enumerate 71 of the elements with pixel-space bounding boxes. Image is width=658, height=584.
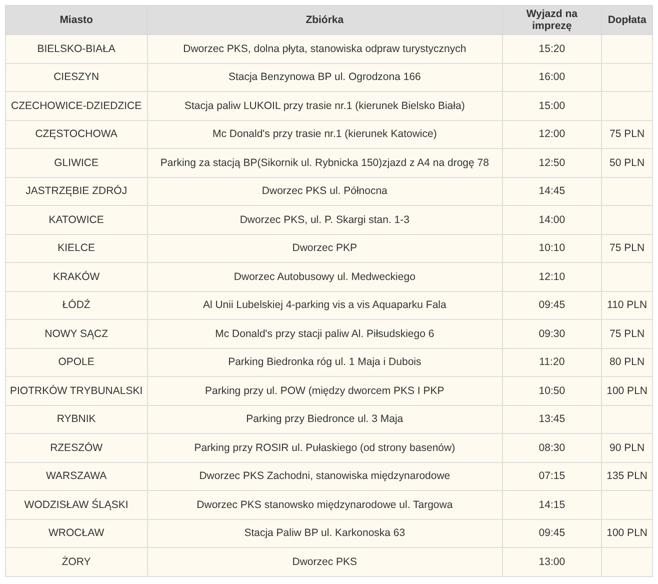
table-cell: 12:00 bbox=[502, 120, 602, 148]
table-cell: 14:15 bbox=[502, 490, 602, 519]
table-cell: 75 PLN bbox=[602, 120, 652, 148]
table-cell: Al Unii Lubelskiej 4-parking vis a vis Aquaparku Fala bbox=[147, 291, 502, 320]
table-cell: 12:50 bbox=[502, 148, 602, 177]
table-cell: 80 PLN bbox=[602, 348, 652, 376]
table-cell: ŁÓDŹ bbox=[6, 291, 148, 320]
table-cell: 07:15 bbox=[502, 462, 602, 490]
table-cell: 75 PLN bbox=[602, 234, 652, 262]
table-cell: Stacja Benzynowa BP ul. Ogrodzona 166 bbox=[147, 63, 502, 92]
table-cell: 90 PLN bbox=[602, 434, 652, 462]
table-cell: 15:20 bbox=[502, 34, 602, 63]
table-cell: Mc Donald's przy trasie nr.1 (kierunek Katowice) bbox=[147, 120, 502, 148]
table-cell: Dworzec Autobusowy ul. Medweckiego bbox=[147, 262, 502, 291]
table-cell: KRAKÓW bbox=[6, 262, 148, 291]
table-cell: ŻORY bbox=[6, 548, 148, 576]
table-cell: RZESZÓW bbox=[6, 434, 148, 462]
table-cell: Parking przy Biedronce ul. 3 Maja bbox=[147, 405, 502, 434]
table-cell: 75 PLN bbox=[602, 320, 652, 348]
table-cell: RYBNIK bbox=[6, 405, 148, 434]
table-cell: GLIWICE bbox=[6, 148, 148, 177]
table-cell: 13:45 bbox=[502, 405, 602, 434]
table-cell: KATOWICE bbox=[6, 206, 148, 234]
table-cell: WARSZAWA bbox=[6, 462, 148, 490]
table-cell: 10:50 bbox=[502, 376, 602, 405]
table-cell: CZĘSTOCHOWA bbox=[6, 120, 148, 148]
column-header: Dopłata bbox=[602, 6, 652, 34]
table-cell: 13:00 bbox=[502, 548, 602, 576]
table-cell: Dworzec PKP bbox=[147, 234, 502, 262]
table-cell: Stacja paliw LUKOIL przy trasie nr.1 (kierunek Bielsko Biała) bbox=[147, 92, 502, 120]
table-cell: Parking za stacją BP(Sikornik ul. Rybnicka 150)zjazd z A4 na drogę 78 bbox=[147, 148, 502, 177]
table-cell: 09:30 bbox=[502, 320, 602, 348]
table-cell: Dworzec PKS Zachodni, stanowiska międzynarodowe bbox=[147, 462, 502, 490]
table-cell: WODZISŁAW ŚLĄSKI bbox=[6, 490, 148, 519]
table-cell: 14:00 bbox=[502, 206, 602, 234]
table-cell: Stacja Paliw BP ul. Karkonoska 63 bbox=[147, 519, 502, 548]
table-cell: 09:45 bbox=[502, 291, 602, 320]
table-cell: PIOTRKÓW TRYBUNALSKI bbox=[6, 376, 148, 405]
table-cell: KIELCE bbox=[6, 234, 148, 262]
table-cell: BIELSKO-BIAŁA bbox=[6, 34, 148, 63]
table-cell: Dworzec PKS bbox=[147, 548, 502, 576]
table-cell: Parking przy ul. POW (między dworcem PKS I PKP bbox=[147, 376, 502, 405]
table-cell: WROCŁAW bbox=[6, 519, 148, 548]
column-header: Wyjazd na imprezę bbox=[502, 6, 602, 34]
table-cell: 135 PLN bbox=[602, 462, 652, 490]
table-cell: JASTRZĘBIE ZDRÓJ bbox=[6, 177, 148, 206]
table-cell: Dworzec PKS, dolna płyta, stanowiska odpraw turystycznych bbox=[147, 34, 502, 63]
table-cell: 100 PLN bbox=[602, 376, 652, 405]
table-cell: 14:45 bbox=[502, 177, 602, 206]
table-cell: 10:10 bbox=[502, 234, 602, 262]
table-cell: CIESZYN bbox=[6, 63, 148, 92]
column-header: Zbiórka bbox=[147, 6, 502, 34]
table-cell: 100 PLN bbox=[602, 519, 652, 548]
table-cell: 12:10 bbox=[502, 262, 602, 291]
table-cell: OPOLE bbox=[6, 348, 148, 376]
table-cell: Mc Donald's przy stacji paliw Al. Piłsudskiego 6 bbox=[147, 320, 502, 348]
table-cell: 08:30 bbox=[502, 434, 602, 462]
table-cell: Parking Biedronka róg ul. 1 Maja i Dubois bbox=[147, 348, 502, 376]
table-cell: 15:00 bbox=[502, 92, 602, 120]
table-cell: 09:45 bbox=[502, 519, 602, 548]
table-cell: 16:00 bbox=[502, 63, 602, 92]
table-cell: 11:20 bbox=[502, 348, 602, 376]
table-cell: CZECHOWICE-DZIEDZICE bbox=[6, 92, 148, 120]
table-cell: Dworzec PKS stanowsko międzynarodowe ul. Targowa bbox=[147, 490, 502, 519]
table-cell: Dworzec PKS, ul. P. Skargi stan. 1-3 bbox=[147, 206, 502, 234]
table-cell: 50 PLN bbox=[602, 148, 652, 177]
column-header: Miasto bbox=[6, 6, 148, 34]
table-cell: Dworzec PKS ul. Północna bbox=[147, 177, 502, 206]
table-cell: Parking przy ROSIR ul. Pułaskiego (od strony basenów) bbox=[147, 434, 502, 462]
table-cell: 110 PLN bbox=[602, 291, 652, 320]
table-cell: NOWY SĄCZ bbox=[6, 320, 148, 348]
